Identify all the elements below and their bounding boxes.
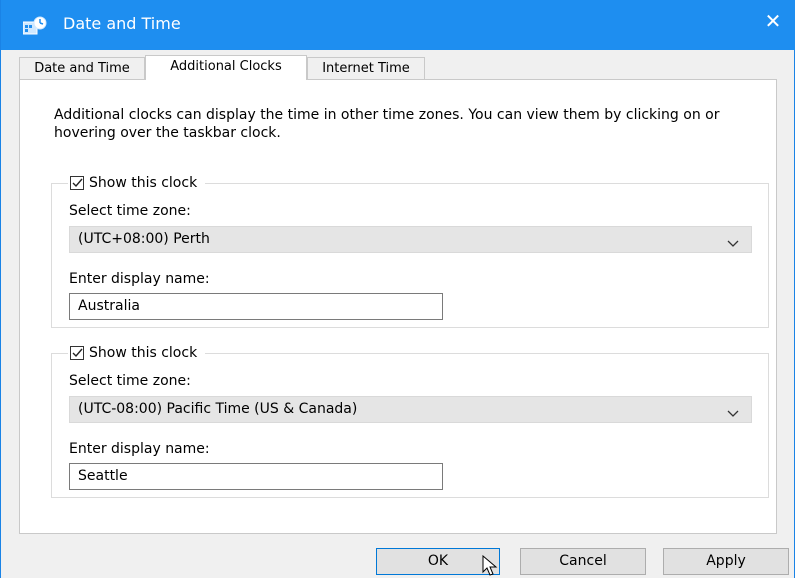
timezone-2-select[interactable]: (UTC-08:00) Pacific Time (US & Canada) [69, 396, 752, 423]
checkmark-icon[interactable] [70, 176, 84, 190]
cancel-button[interactable]: Cancel [520, 548, 646, 575]
clock-group-1: Show this clock Select time zone: (UTC+0… [51, 174, 769, 328]
tab-label: Date and Time [34, 61, 130, 76]
date-time-dialog: Date and Time ✕ Date and Time Additional… [0, 0, 795, 578]
display-name-1-field[interactable]: Australia [69, 293, 443, 320]
tab-label: Internet Time [322, 61, 410, 76]
window-title: Date and Time [63, 14, 181, 33]
clock-group-2: Show this clock Select time zone: (UTC-0… [51, 344, 769, 498]
timezone-1-value: (UTC+08:00) Perth [78, 231, 210, 247]
apply-button[interactable]: Apply [663, 548, 789, 575]
show-clock-1-checkbox[interactable]: Show this clock [68, 174, 206, 192]
timezone-2-value: (UTC-08:00) Pacific Time (US & Canada) [78, 401, 358, 417]
display-name-2-label: Enter display name: [69, 441, 210, 457]
show-clock-2-checkbox[interactable]: Show this clock [68, 344, 206, 362]
show-clock-2-label: Show this clock [89, 345, 198, 361]
display-name-2-field[interactable]: Seattle [69, 463, 443, 490]
close-button[interactable]: ✕ [750, 0, 795, 42]
tab-additional-clocks[interactable]: Additional Clocks [145, 55, 307, 80]
checkmark-icon[interactable] [70, 346, 84, 360]
tab-date-and-time[interactable]: Date and Time [19, 57, 145, 79]
display-name-1-value: Australia [78, 298, 140, 314]
timezone-1-select[interactable]: (UTC+08:00) Perth [69, 226, 752, 253]
mouse-pointer-icon [482, 554, 498, 581]
tab-internet-time[interactable]: Internet Time [307, 57, 425, 79]
additional-clocks-panel: Additional clocks can display the time i… [19, 79, 777, 534]
chevron-down-icon [727, 236, 739, 252]
timezone-1-label: Select time zone: [69, 203, 191, 219]
display-name-2-value: Seattle [78, 468, 128, 484]
display-name-1-label: Enter display name: [69, 271, 210, 287]
date-time-control-panel-icon [22, 16, 47, 36]
description-text: Additional clocks can display the time i… [54, 107, 720, 141]
title-bar: Date and Time ✕ [1, 0, 795, 50]
chevron-down-icon [727, 406, 739, 422]
timezone-2-label: Select time zone: [69, 373, 191, 389]
tab-label: Additional Clocks [170, 59, 282, 74]
show-clock-1-label: Show this clock [89, 175, 198, 191]
close-icon: ✕ [764, 9, 782, 33]
